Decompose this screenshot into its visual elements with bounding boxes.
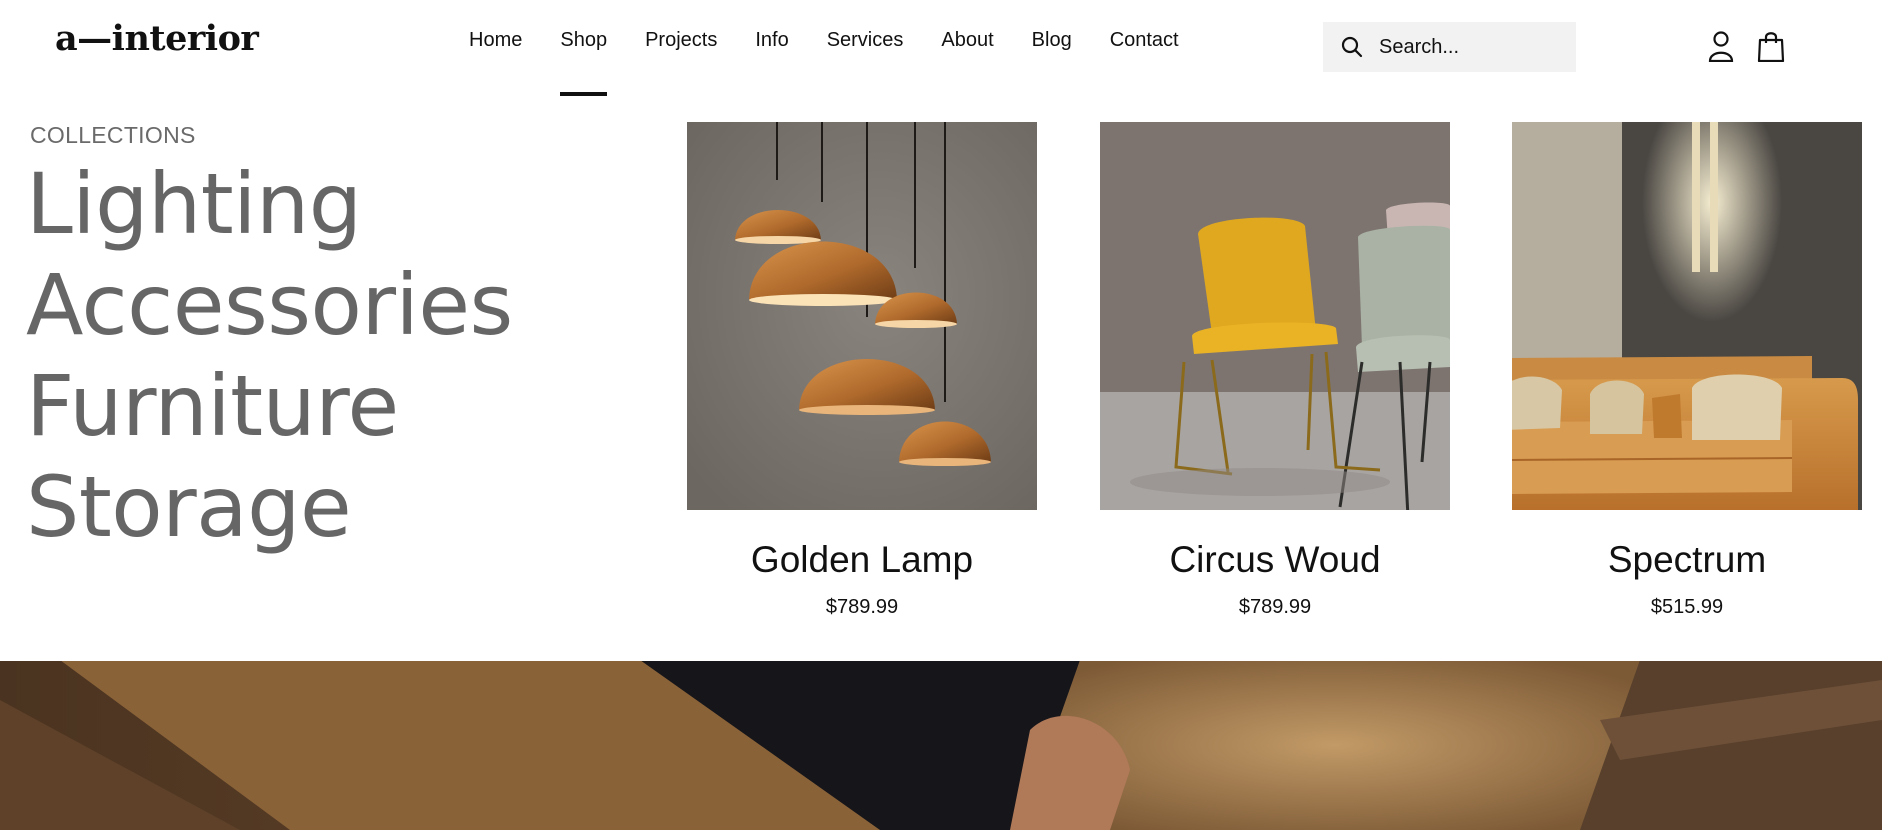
product-name[interactable]: Golden Lamp: [687, 538, 1037, 582]
nav-item-blog[interactable]: Blog: [1013, 0, 1091, 96]
product-card[interactable]: Spectrum $515.99: [1512, 122, 1862, 619]
product-image-circus-woud[interactable]: [1100, 122, 1450, 510]
collections-list: Lighting Accessories Furniture Storage: [26, 154, 513, 558]
product-name[interactable]: Circus Woud: [1100, 538, 1450, 582]
product-card[interactable]: Circus Woud $789.99: [1100, 122, 1450, 619]
site-header: a—interior Home Shop Projects Info Servi…: [0, 0, 1882, 96]
nav-item-shop[interactable]: Shop: [541, 0, 626, 96]
nav-item-projects[interactable]: Projects: [626, 0, 736, 96]
nav-item-about[interactable]: About: [922, 0, 1012, 96]
shop-mega-menu: COLLECTIONS Lighting Accessories Furnitu…: [0, 96, 1882, 661]
site-logo[interactable]: a—interior: [55, 18, 259, 59]
search-icon[interactable]: [1339, 34, 1365, 60]
product-image-spectrum[interactable]: [1512, 122, 1862, 510]
nav-item-services[interactable]: Services: [808, 0, 923, 96]
collection-link-storage[interactable]: Storage: [26, 457, 513, 558]
product-price: $515.99: [1650, 596, 1724, 618]
hero-image: [0, 660, 1882, 830]
product-price: $789.99: [1238, 596, 1312, 618]
search-input[interactable]: [1377, 34, 1561, 60]
product-card[interactable]: Golden Lamp $789.99: [687, 122, 1037, 619]
collections-label: COLLECTIONS: [30, 122, 196, 148]
collection-link-furniture[interactable]: Furniture: [26, 356, 513, 457]
product-image-golden-lamp[interactable]: [687, 122, 1037, 510]
nav-item-info[interactable]: Info: [736, 0, 807, 96]
product-name[interactable]: Spectrum: [1512, 538, 1862, 582]
collection-link-lighting[interactable]: Lighting: [26, 154, 513, 255]
nav-item-home[interactable]: Home: [450, 0, 541, 96]
main-nav: Home Shop Projects Info Services About B…: [450, 0, 1198, 96]
nav-item-contact[interactable]: Contact: [1091, 0, 1198, 96]
search-box[interactable]: [1323, 22, 1576, 72]
user-icon[interactable]: [1706, 30, 1736, 63]
product-price: $789.99: [825, 596, 899, 618]
collection-link-accessories[interactable]: Accessories: [26, 255, 513, 356]
shopping-bag-icon[interactable]: [1756, 30, 1786, 63]
